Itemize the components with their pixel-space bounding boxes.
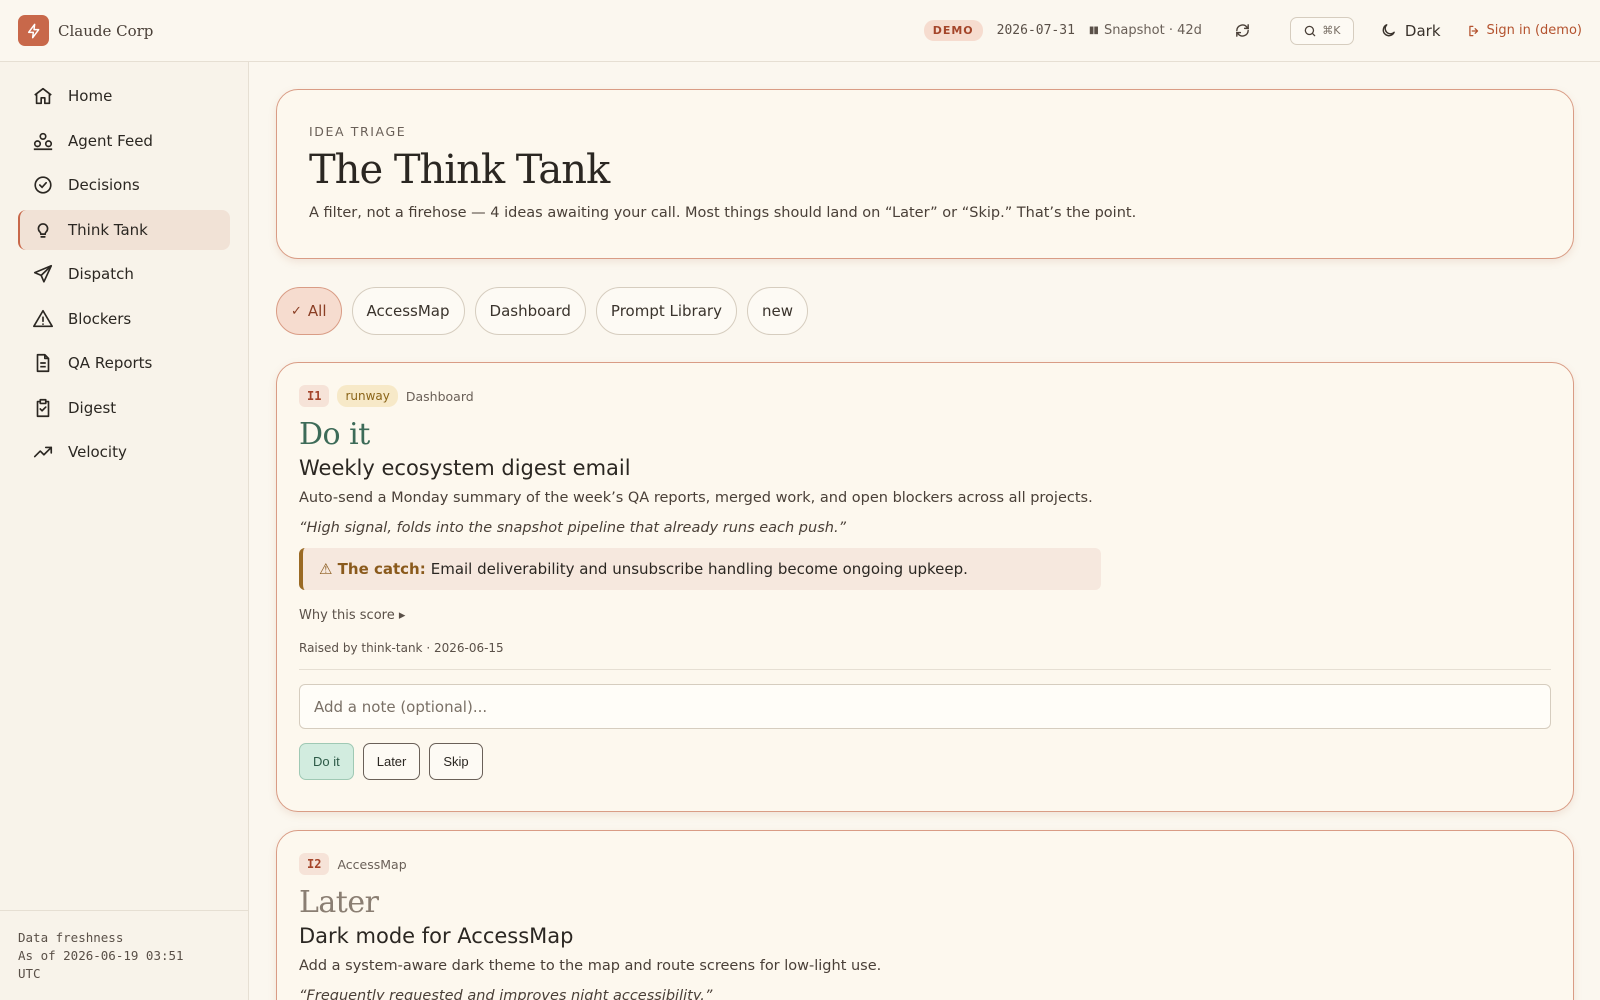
sign-in-label: Sign in (demo) [1486, 23, 1582, 38]
idea-tag: runway [337, 385, 398, 407]
sidebar-item-label: Home [68, 87, 113, 105]
clipboard-icon [36, 398, 50, 417]
sign-in-icon [1468, 25, 1478, 36]
filter-label: Prompt Library [610, 302, 722, 320]
hero-panel: IDEA TRIAGE The Think Tank A filter, not… [276, 89, 1574, 259]
idea-description: Auto-send a Monday summary of the week’s… [299, 490, 1093, 506]
refresh-button[interactable] [1232, 20, 1254, 42]
sidebar-item-label: QA Reports [68, 354, 153, 372]
later-button[interactable]: Later [362, 743, 421, 780]
sidebar-nav: Home Agent Feed Decisions Think Tank Dis… [0, 62, 248, 472]
sidebar-item-dispatch[interactable]: Dispatch [18, 254, 230, 294]
idea-verdict: Later [299, 885, 379, 920]
sidebar-item-home[interactable]: Home [18, 76, 230, 116]
sidebar-item-think-tank[interactable]: Think Tank [18, 209, 230, 250]
sidebar-item-agent-feed[interactable]: Agent Feed [18, 121, 230, 161]
catch-label: ⚠ The catch: [319, 560, 426, 578]
catch-text: Email deliverability and unsubscribe han… [430, 560, 968, 578]
search-shortcut: ⌘K [1322, 24, 1341, 37]
sidebar-item-label: Velocity [68, 443, 127, 461]
hero-eyebrow: IDEA TRIAGE [309, 124, 407, 139]
idea-title: Dark mode for AccessMap [299, 924, 574, 948]
sidebar-item-blockers[interactable]: Blockers [18, 299, 230, 339]
main-content: IDEA TRIAGE The Think Tank A filter, not… [276, 62, 1574, 1000]
search-button[interactable]: ⌘K [1289, 16, 1354, 45]
idea-project: Dashboard [405, 388, 474, 404]
note-input[interactable] [299, 684, 1551, 729]
idea-actions: Do it Later Skip [299, 743, 1551, 780]
snapshot-label: Snapshot · 42d [1103, 23, 1202, 38]
sidebar-item-label: Decisions [68, 176, 140, 194]
page-title: The Think Tank [309, 147, 610, 193]
divider [299, 669, 1551, 670]
sidebar-item-label: Digest [68, 398, 117, 417]
refresh-icon [1236, 24, 1250, 37]
idea-rationale: “Frequently requested and improves night… [299, 988, 713, 1000]
idea-id-badge: I2 [299, 853, 330, 875]
sidebar-item-velocity[interactable]: Velocity [18, 432, 230, 472]
idea-project: AccessMap [337, 856, 407, 872]
why-this-score-toggle[interactable]: Why this score ▸ [299, 608, 1551, 623]
send-icon [33, 264, 53, 283]
idea-catch: ⚠ The catch: Email deliverability and un… [299, 548, 1101, 590]
current-date: 2026-07-31 [996, 23, 1075, 38]
filter-label: Dashboard [489, 302, 571, 320]
freshness-title: Data freshness [18, 930, 124, 945]
sidebar-item-label: Think Tank [68, 220, 148, 239]
sidebar-item-qa-reports[interactable]: QA Reports [18, 343, 230, 383]
filter-label: new [761, 302, 793, 320]
top-bar-right: DEMO 2026-07-31 ▮▮ Snapshot · 42d ⌘K Dar… [923, 16, 1582, 45]
filter-label: AccessMap [366, 302, 450, 320]
top-bar: Claude Corp DEMO 2026-07-31 ▮▮ Snapshot … [0, 0, 1600, 62]
data-freshness: Data freshness As of 2026-06-19 03:51 UT… [0, 910, 249, 1000]
freshness-timestamp: As of 2026-06-19 03:51 [18, 948, 184, 963]
idea-rationale: “High signal, folds into the snapshot pi… [299, 520, 847, 536]
idea-card: I1 runway Dashboard Do it Weekly ecosyst… [276, 362, 1574, 812]
demo-badge: DEMO [923, 20, 983, 41]
agents-icon [33, 132, 53, 150]
trend-up-icon [33, 446, 53, 458]
skip-button[interactable]: Skip [429, 743, 483, 780]
sidebar-item-label: Agent Feed [68, 131, 153, 150]
idea-description: Add a system-aware dark theme to the map… [299, 958, 882, 974]
document-icon [36, 353, 50, 373]
app-name[interactable]: Claude Corp [58, 22, 153, 40]
home-icon [34, 87, 52, 105]
idea-id-badge: I1 [299, 385, 330, 407]
dark-mode-label: Dark [1404, 21, 1441, 40]
idea-raised-by: Raised by think-tank · 2026-06-15 [299, 641, 504, 655]
idea-card: I2 AccessMap Later Dark mode for AccessM… [276, 830, 1574, 1000]
freshness-timezone: UTC [18, 966, 41, 981]
sidebar-item-label: Dispatch [68, 265, 134, 283]
filter-prompt-library[interactable]: Prompt Library [595, 287, 737, 335]
do-it-button[interactable]: Do it [299, 743, 354, 780]
page-description: A filter, not a firehose — 4 ideas await… [309, 205, 1137, 221]
sidebar: Home Agent Feed Decisions Think Tank Dis… [0, 62, 249, 1000]
filter-dashboard[interactable]: Dashboard [474, 287, 586, 335]
lightning-logo-icon[interactable] [18, 15, 49, 46]
project-filters: ✓ All AccessMap Dashboard Prompt Library… [276, 287, 808, 335]
idea-verdict: Do it [299, 417, 370, 452]
search-icon [1304, 25, 1316, 36]
idea-meta: I2 AccessMap [299, 853, 1551, 875]
check-icon: ✓ [291, 303, 302, 319]
sidebar-item-decisions[interactable]: Decisions [18, 165, 230, 205]
lightbulb-icon [37, 222, 49, 238]
check-circle-icon [34, 176, 52, 194]
sidebar-item-label: Blockers [68, 309, 132, 328]
snapshot-status: ▮▮ Snapshot · 42d [1089, 23, 1202, 38]
filter-accessmap[interactable]: AccessMap [351, 287, 465, 335]
filter-label: All [307, 302, 327, 320]
filter-all[interactable]: ✓ All [276, 287, 342, 335]
pause-icon: ▮▮ [1088, 25, 1099, 36]
idea-title: Weekly ecosystem digest email [299, 456, 631, 480]
warning-icon [33, 309, 53, 327]
idea-meta: I1 runway Dashboard [299, 385, 1551, 407]
filter-new[interactable]: new [746, 287, 808, 335]
sign-in-link[interactable]: Sign in (demo) [1467, 23, 1582, 38]
moon-icon [1382, 24, 1395, 37]
dark-mode-toggle[interactable]: Dark [1380, 22, 1441, 40]
sidebar-item-digest[interactable]: Digest [18, 388, 230, 428]
